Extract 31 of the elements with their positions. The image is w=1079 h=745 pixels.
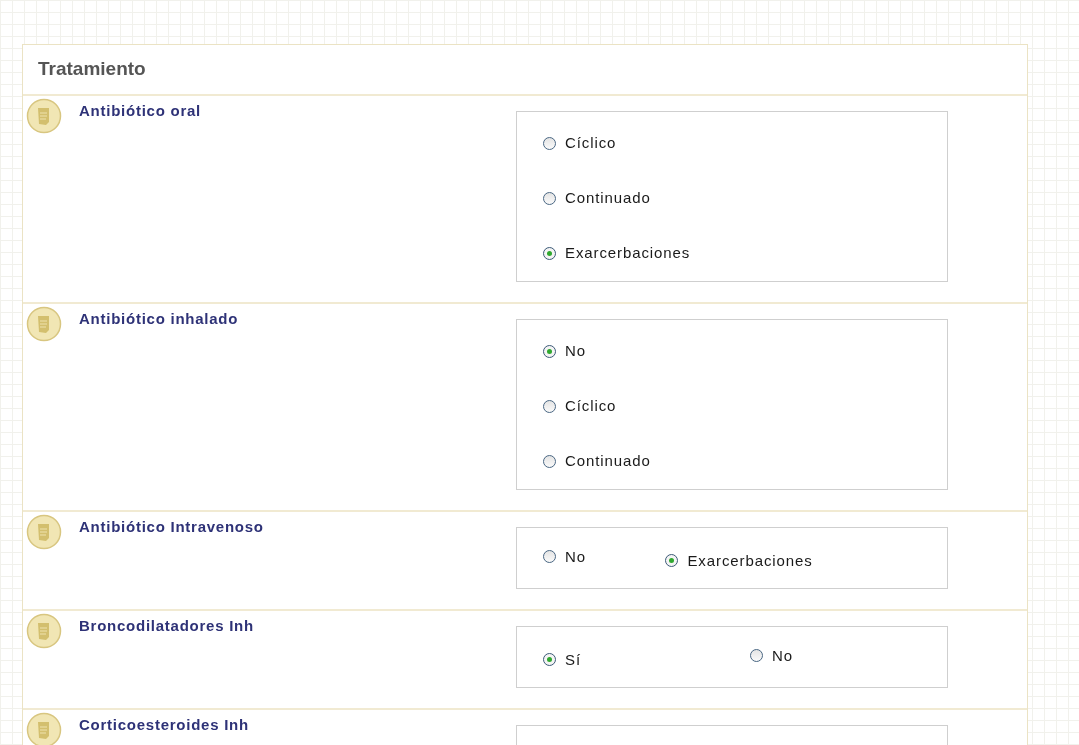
radio-button[interactable] (543, 136, 556, 150)
question-label: Antibiótico Intravenoso (79, 517, 264, 536)
radio-button[interactable] (543, 399, 556, 413)
radio-button[interactable] (543, 550, 556, 563)
radio-button[interactable] (543, 454, 556, 468)
option-label: No (771, 646, 793, 665)
radio-button[interactable] (749, 649, 763, 662)
document-icon (26, 514, 62, 550)
question-label: Broncodilatadores Inh (79, 616, 254, 635)
option-label: No (565, 342, 586, 360)
option-label: Exarcerbaciones (565, 244, 691, 262)
radio-button[interactable] (543, 344, 556, 358)
radio-button[interactable] (543, 653, 556, 666)
document-icon (26, 613, 62, 649)
document-icon (26, 98, 62, 134)
radio-button[interactable] (665, 554, 679, 567)
option-label: Cíclico (565, 134, 617, 152)
radio-button[interactable] (543, 246, 556, 260)
option-label: Continuado (565, 189, 651, 207)
document-icon (26, 712, 62, 745)
question-label: Antibiótico oral (79, 101, 201, 120)
document-icon (26, 306, 62, 342)
option-label: Exarcerbaciones (687, 551, 813, 570)
panel-title: Tratamiento (38, 57, 146, 82)
radio-button[interactable] (543, 191, 556, 205)
option-label: No (565, 547, 586, 566)
option-label: Continuado (565, 452, 651, 470)
option-label: Sí (565, 650, 581, 669)
option-label: Cíclico (565, 397, 617, 415)
question-label: Corticoesteroides Inh (79, 715, 249, 734)
question-label: Antibiótico inhalado (79, 309, 239, 328)
